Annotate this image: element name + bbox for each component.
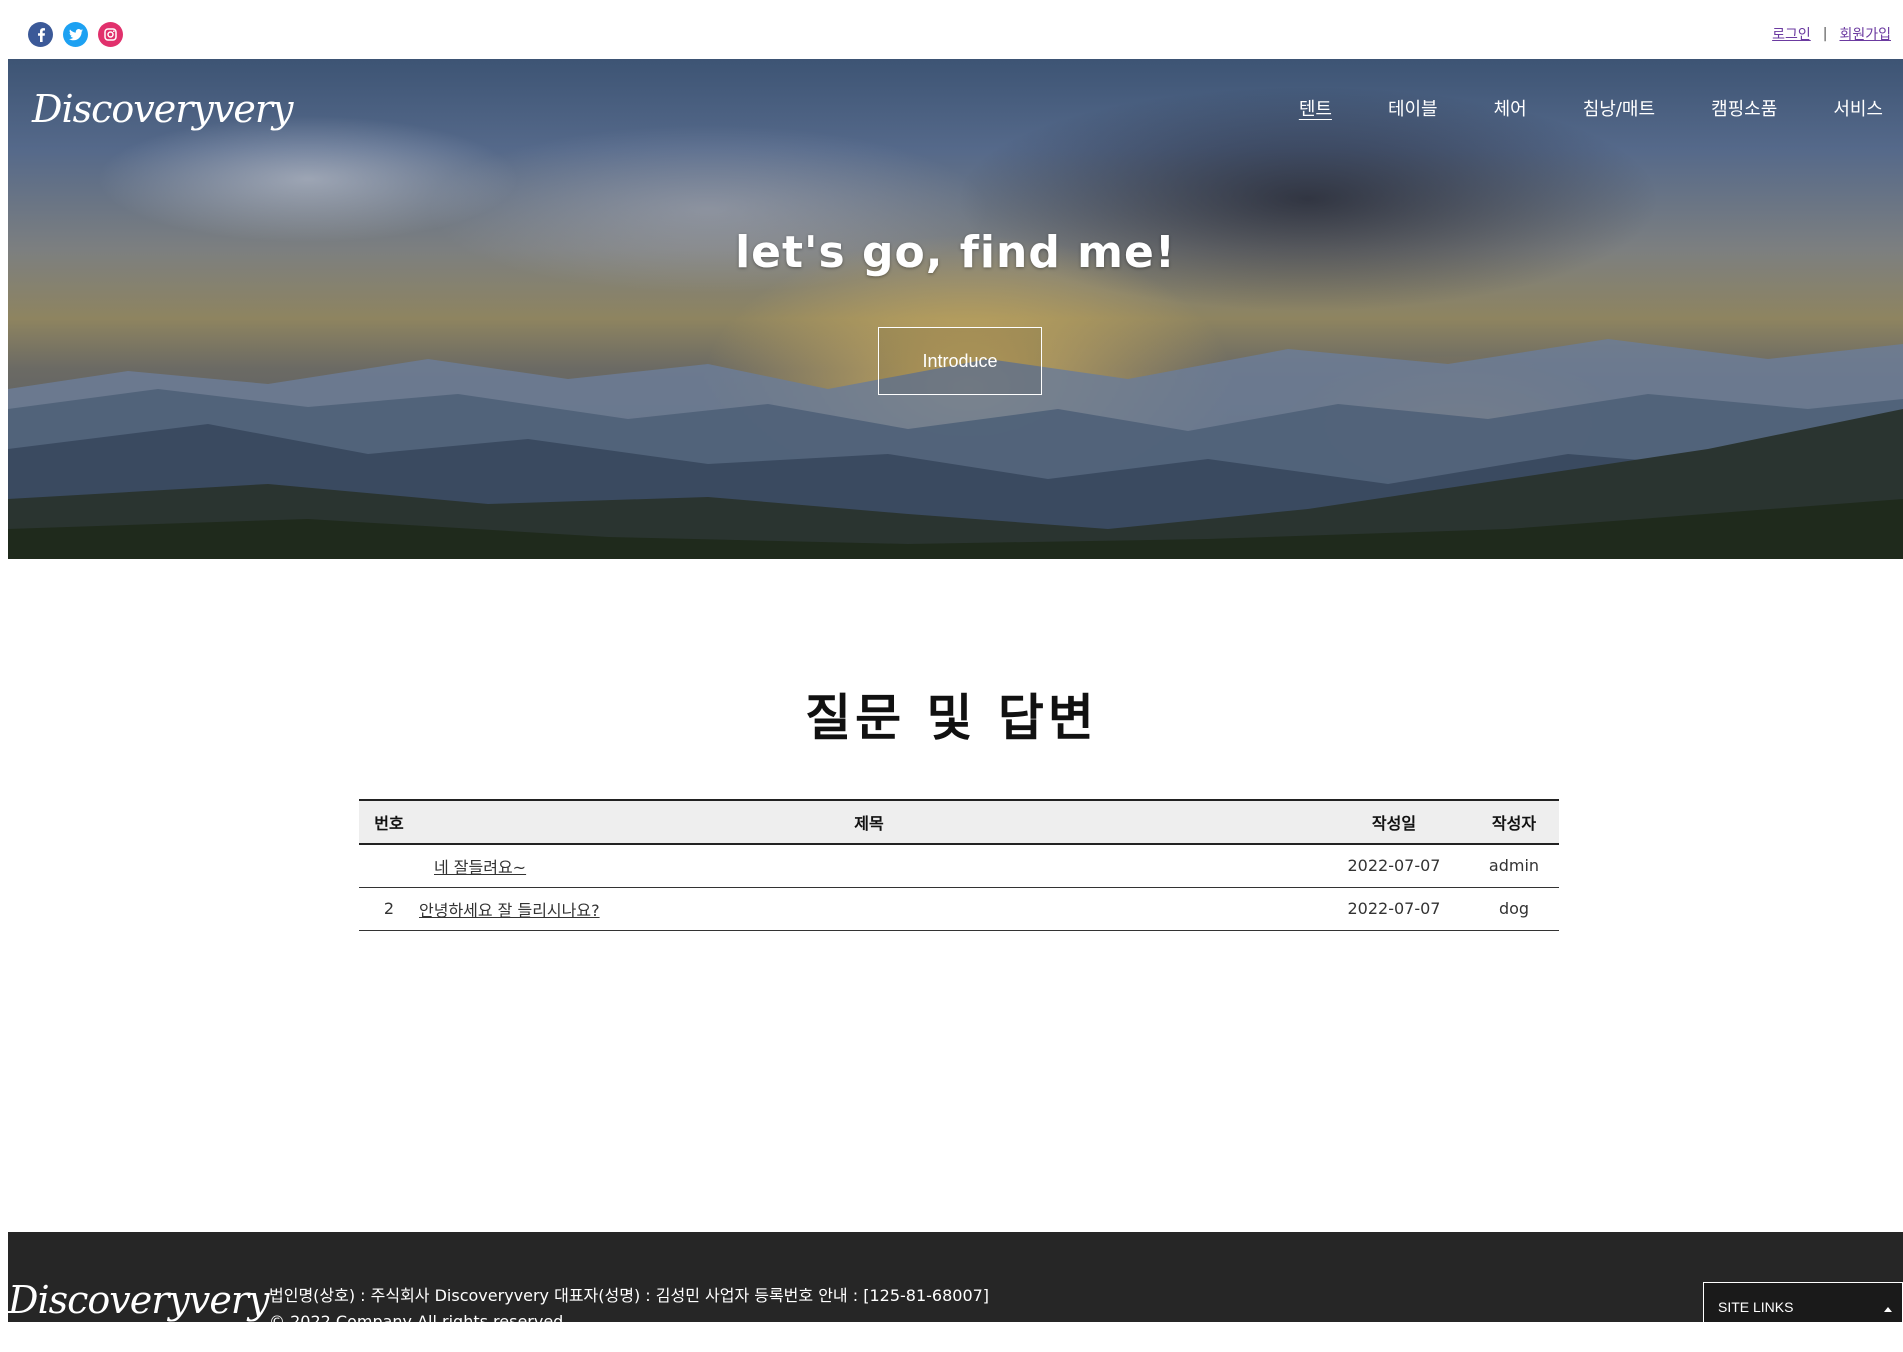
row-author: admin xyxy=(1469,844,1559,888)
hero-tagline: let's go, find me! xyxy=(735,227,1176,278)
nav-item-camping-goods[interactable]: 캠핑소품 xyxy=(1711,95,1777,121)
social-links xyxy=(28,22,123,47)
top-bar: 로그인 | 회원가입 xyxy=(0,0,1903,59)
page-title: 질문 및 답변 xyxy=(805,689,1098,747)
post-title-link[interactable]: 네 잘들려요~ xyxy=(434,858,526,877)
caret-up-icon xyxy=(1884,1299,1892,1315)
signup-link[interactable]: 회원가입 xyxy=(1839,24,1891,44)
header-date: 작성일 xyxy=(1319,799,1469,845)
auth-separator: | xyxy=(1822,26,1828,42)
header-no: 번호 xyxy=(359,799,419,845)
main-nav: 텐트 테이블 체어 침낭/매트 캠핑소품 서비스 xyxy=(1299,95,1883,121)
page-bottom-strip xyxy=(0,1322,1903,1352)
site-logo[interactable]: Discoveryvery xyxy=(32,87,293,131)
nav-item-service[interactable]: 서비스 xyxy=(1833,95,1883,121)
qna-table: 번호 제목 작성일 작성자 네 잘들려요~ 2022-07-07 admin 2… xyxy=(359,799,1559,931)
site-links-label: SITE LINKS xyxy=(1718,1299,1794,1315)
nav-item-chair[interactable]: 체어 xyxy=(1494,95,1527,121)
nav-item-table[interactable]: 테이블 xyxy=(1388,95,1438,121)
header-title: 제목 xyxy=(419,799,1319,845)
row-author: dog xyxy=(1469,887,1559,931)
company-info: 법인명(상호) : 주식회사 Discoveryvery 대표자(성명) : 김… xyxy=(269,1286,990,1305)
row-no: 2 xyxy=(359,887,419,931)
login-link[interactable]: 로그인 xyxy=(1772,24,1811,44)
header-author: 작성자 xyxy=(1469,799,1559,845)
twitter-icon[interactable] xyxy=(63,22,88,47)
table-row: 네 잘들려요~ 2022-07-07 admin xyxy=(359,844,1559,888)
mountain-landscape-image xyxy=(8,339,1903,559)
post-title-link[interactable]: 안녕하세요 잘 들리시나요? xyxy=(419,901,600,920)
facebook-icon[interactable] xyxy=(28,22,53,47)
hero-banner: Discoveryvery 텐트 테이블 체어 침낭/매트 캠핑소품 서비스 l… xyxy=(8,59,1903,559)
introduce-button[interactable]: Introduce xyxy=(878,327,1042,395)
auth-links: 로그인 | 회원가입 xyxy=(1772,24,1891,44)
row-date: 2022-07-07 xyxy=(1319,844,1469,888)
row-no xyxy=(359,844,419,888)
nav-item-sleeping-mat[interactable]: 침낭/매트 xyxy=(1583,95,1655,121)
table-header-row: 번호 제목 작성일 작성자 xyxy=(359,799,1559,845)
table-row: 2 안녕하세요 잘 들리시나요? 2022-07-07 dog xyxy=(359,887,1559,931)
footer-logo[interactable]: Discoveryvery xyxy=(8,1278,269,1322)
row-date: 2022-07-07 xyxy=(1319,887,1469,931)
instagram-icon[interactable] xyxy=(98,22,123,47)
nav-item-tent[interactable]: 텐트 xyxy=(1299,95,1332,121)
